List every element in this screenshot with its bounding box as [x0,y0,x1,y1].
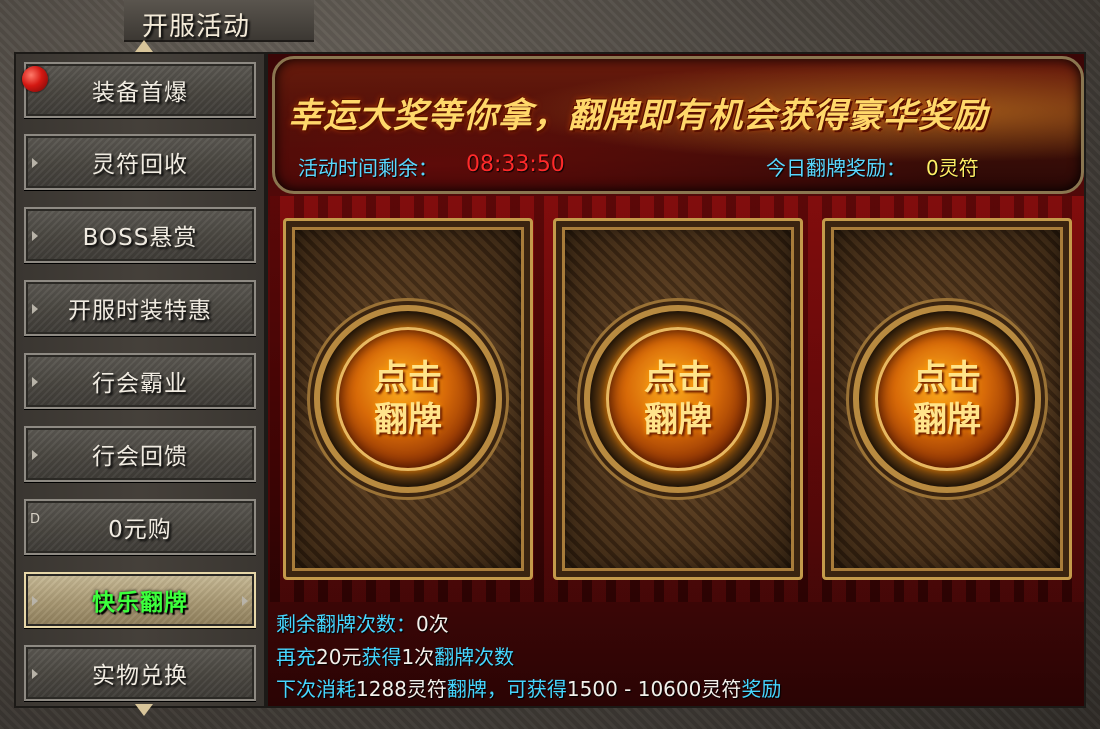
sidebar-item-guild-feedback[interactable]: 行会回馈 [24,426,256,482]
sidebar-item-guild-hegemony[interactable]: 行会霸业 [24,353,256,409]
sidebar-item-boss-bounty[interactable]: BOSS悬赏 [24,207,256,263]
time-remaining-label: 活动时间剩余： [298,156,438,180]
remaining-flips-value: 0次 [416,612,449,636]
time-remaining-value: 08:33:50 [466,152,565,177]
chevron-right-icon [32,450,38,460]
recharge-amount: 20元 [316,645,362,669]
flip-card-2[interactable]: 点击 翻牌 [553,218,803,580]
scroll-down-arrow-icon[interactable] [135,704,153,716]
scroll-up-arrow-icon[interactable] [135,40,153,52]
banner-slogan: 幸运大奖等你拿，翻牌即有机会获得豪华奖励 [288,96,988,136]
sidebar-item-equipment-first-drop[interactable]: 装备首爆 [24,62,256,118]
sidebar-item-physical-exchange[interactable]: 实物兑换 [24,645,256,701]
sidebar-item-fashion-sale[interactable]: 开服时装特惠 [24,280,256,336]
window-title: 开服活动 [142,12,251,42]
flip-card-3[interactable]: 点击 翻牌 [822,218,1072,580]
next-cost-prefix: 下次消耗 [276,677,356,701]
reward-range: 1500 - 10600灵符 [566,677,742,701]
sidebar-item-label: 行会霸业 [92,371,188,397]
remaining-flips-line: 剩余翻牌次数：0次 [276,608,449,637]
chevron-right-icon [32,596,38,606]
recharge-times: 1次 [401,645,435,669]
chevron-right-icon [32,304,38,314]
recharge-hint-line: 再充20元获得1次翻牌次数 [276,641,514,670]
next-cost-value: 1288灵符 [356,677,447,701]
notification-dot-icon [22,66,48,92]
sidebar-item-label: 快乐翻牌 [92,590,188,616]
flip-card-1[interactable]: 点击 翻牌 [283,218,533,580]
today-reward-value: 0灵符 [926,156,979,180]
chevron-right-icon [242,596,248,606]
recharge-prefix: 再充 [276,645,316,669]
chevron-right-icon [32,669,38,679]
sidebar-item-label: 灵符回收 [92,152,188,178]
chevron-right-icon [32,377,38,387]
remaining-flips-label: 剩余翻牌次数： [276,612,416,636]
sidebar-item-label: 开服时装特惠 [68,298,212,324]
next-cost-mid: 翻牌，可获得 [446,677,567,701]
sidebar-item-label: BOSS悬赏 [82,225,198,251]
sidebar-item-zero-yuan-buy[interactable]: 0元购 [24,499,256,555]
sidebar-item-label: 实物兑换 [92,663,188,689]
flip-card-label: 点击 翻牌 [374,358,442,440]
sidebar-edge-mark: D [30,512,41,527]
sidebar-item-label: 装备首爆 [92,80,188,106]
sidebar-item-talisman-recycle[interactable]: 灵符回收 [24,134,256,190]
chevron-right-icon [32,231,38,241]
recharge-mid: 获得 [361,645,402,669]
flip-card-label: 点击 翻牌 [644,358,712,440]
sidebar-item-happy-card-flip[interactable]: 快乐翻牌 [24,572,256,628]
next-cost-suffix: 奖励 [741,677,782,701]
sidebar-item-label: 行会回馈 [92,444,188,470]
today-reward-label: 今日翻牌奖励： [766,156,906,180]
flip-card-label: 点击 翻牌 [913,358,981,440]
recharge-suffix: 翻牌次数 [434,645,515,669]
chevron-right-icon [32,158,38,168]
next-cost-line: 下次消耗1288灵符翻牌，可获得1500 - 10600灵符奖励 [276,673,781,702]
sidebar-item-label: 0元购 [108,517,172,543]
